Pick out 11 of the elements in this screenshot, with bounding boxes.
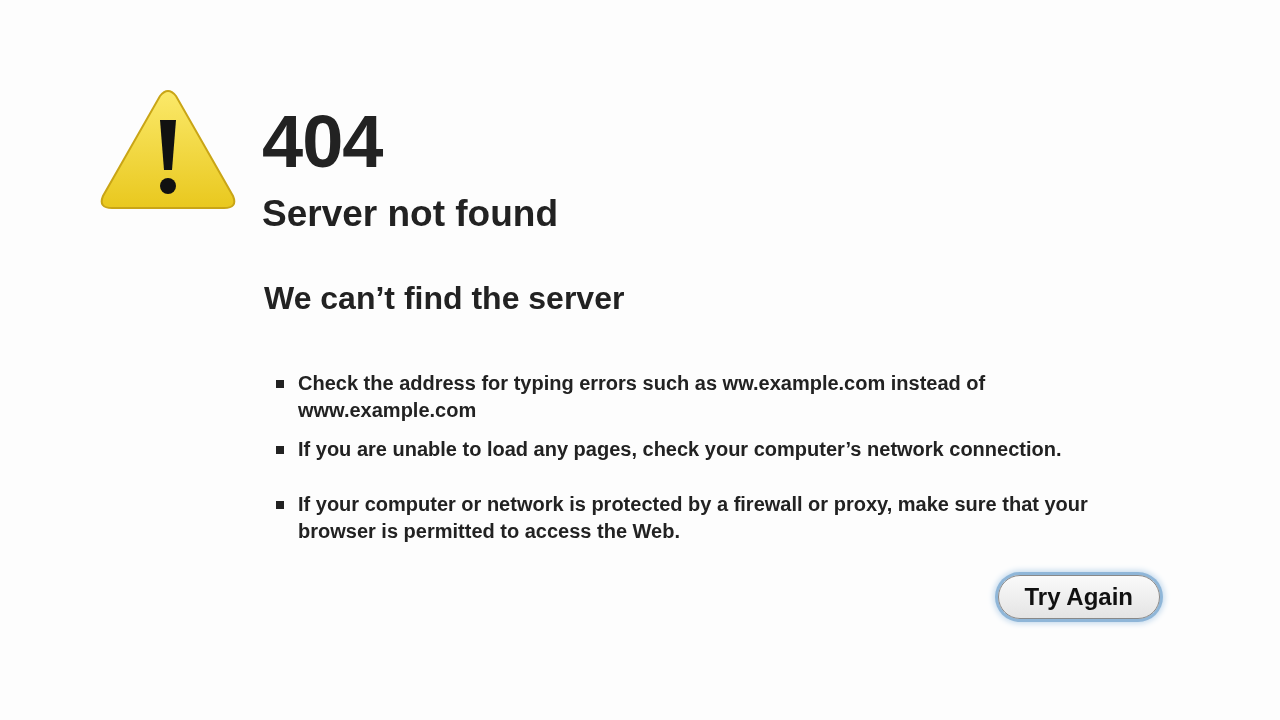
error-code: 404 <box>262 104 384 180</box>
error-title: Server not found <box>262 192 559 236</box>
suggestion-text: If your computer or network is protected by a firewall or proxy, make sure that your browser is permitted to access the Web. <box>298 492 1089 544</box>
bullet-icon <box>276 380 284 388</box>
try-again-button[interactable]: Try Again <box>997 575 1160 619</box>
bullet-icon <box>276 501 284 509</box>
error-subtitle: We can’t find the server <box>264 279 626 318</box>
warning-icon <box>100 90 236 210</box>
bullet-icon <box>276 446 284 454</box>
suggestion-text: If you are unable to load any pages, check your computer’s network connection. <box>298 437 1062 462</box>
suggestion-text: Check the address for typing errors such as ww.example.com instead of www.example.com <box>298 371 987 423</box>
